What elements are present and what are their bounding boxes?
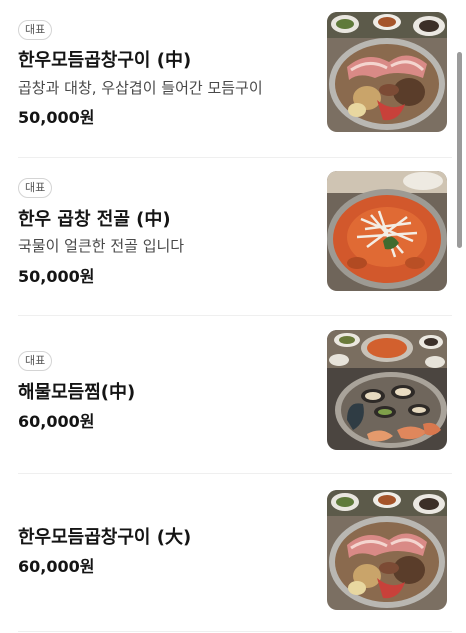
menu-item-name: 해물모듬찜(中)	[18, 382, 136, 403]
menu-item[interactable]: 대표 한우모듬곱창구이 (中) 곱창과 대창, 우삽겹이 들어간 모듬구이 50…	[0, 0, 452, 158]
menu-item-name: 한우 곱창 전골 (中)	[18, 209, 171, 230]
menu-item[interactable]: 대표 한우 곱창 전골 (中) 국물이 얼큰한 전골 입니다 50,000원	[0, 158, 452, 316]
menu-item-price: 60,000원	[18, 557, 95, 576]
menu-item[interactable]: 한우모듬곱창구이 (大) 60,000원	[0, 474, 452, 632]
divider	[18, 631, 452, 632]
scrollbar[interactable]	[457, 52, 462, 248]
grilled-tripe-platter-image[interactable]	[327, 12, 447, 132]
menu-item-name: 한우모듬곱창구이 (大)	[18, 527, 192, 548]
menu-item-name: 한우모듬곱창구이 (中)	[18, 50, 192, 71]
signature-badge: 대표	[18, 351, 53, 371]
signature-badge: 대표	[18, 178, 53, 198]
menu-item-description: 곱창과 대창, 우삽겹이 들어간 모듬구이	[18, 79, 263, 97]
menu-item-price: 50,000원	[18, 108, 95, 127]
signature-badge: 대표	[18, 20, 53, 40]
menu-item-description: 국물이 얼큰한 전골 입니다	[18, 237, 185, 255]
tripe-hotpot-image[interactable]	[327, 171, 447, 291]
grilled-tripe-platter-image[interactable]	[327, 490, 447, 610]
menu-item-price: 50,000원	[18, 267, 95, 286]
seafood-steam-image[interactable]	[327, 330, 447, 450]
menu-item-price: 60,000원	[18, 412, 95, 431]
menu-item[interactable]: 대표 해물모듬찜(中) 60,000원	[0, 316, 452, 474]
